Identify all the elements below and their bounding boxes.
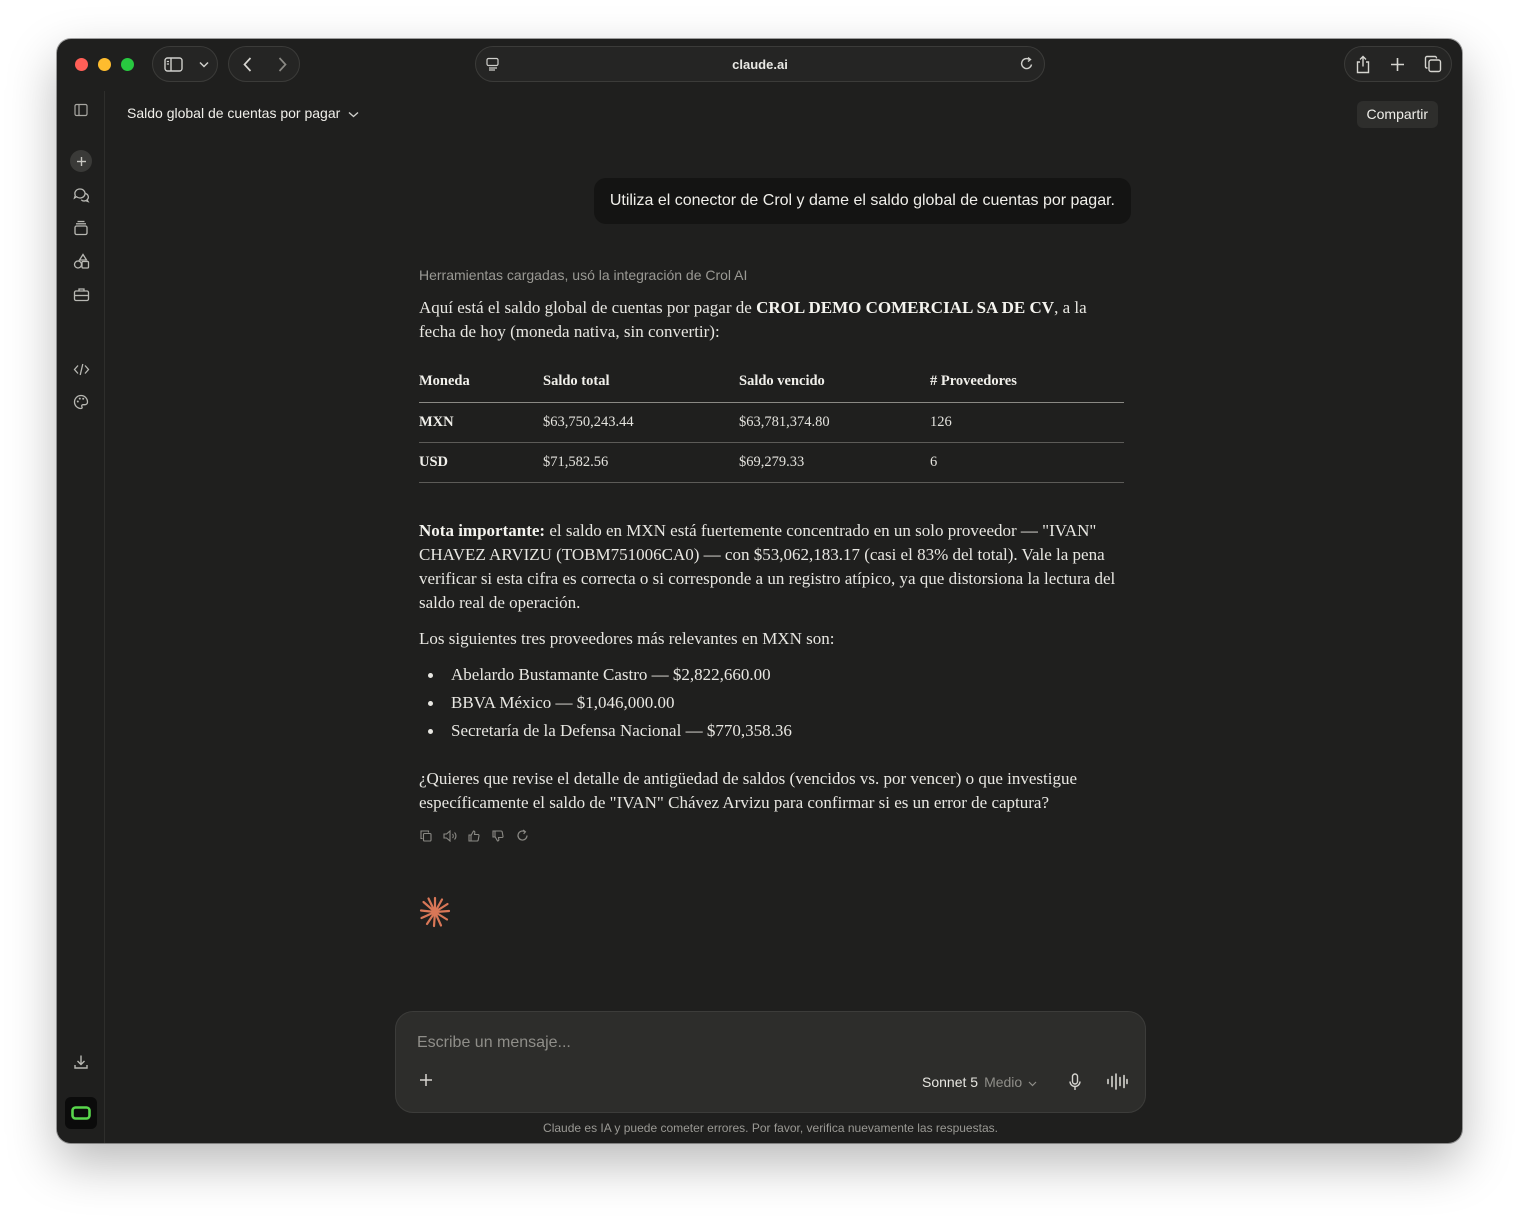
- sidebar: [57, 91, 105, 1143]
- toolbox-icon[interactable]: [71, 284, 91, 304]
- code-icon[interactable]: [71, 359, 91, 379]
- providers-intro: Los siguientes tres proveedores más rele…: [419, 628, 835, 648]
- new-chat-icon[interactable]: [70, 150, 92, 172]
- artifacts-icon[interactable]: [71, 251, 91, 271]
- table-cell: USD: [419, 442, 543, 483]
- thumbs-down-icon[interactable]: [491, 829, 505, 843]
- note-label: Nota importante:: [419, 520, 546, 540]
- zoom-window-button[interactable]: [121, 58, 134, 71]
- message-input[interactable]: Escribe un mensaje...: [417, 1034, 571, 1052]
- forward-arrow-icon[interactable]: [265, 47, 299, 81]
- model-name: Sonnet 5: [922, 1074, 979, 1090]
- table-cell: $63,781,374.80: [739, 402, 930, 443]
- address-bar[interactable]: claude.ai: [475, 46, 1045, 82]
- sidebar-toggle-icon[interactable]: [153, 47, 193, 81]
- intro-text: Aquí está el saldo global de cuentas por…: [419, 298, 757, 317]
- table-cell: $71,582.56: [543, 442, 739, 483]
- providers-list: Abelardo Bustamante Castro — $2,822,660.…: [419, 663, 1124, 747]
- chevron-down-icon[interactable]: [193, 47, 215, 81]
- download-icon[interactable]: [71, 1052, 91, 1072]
- microphone-icon[interactable]: [1068, 1073, 1082, 1096]
- browser-window: claude.ai Saldo global de cuentas por pa…: [57, 39, 1462, 1143]
- model-mode: Medio: [984, 1074, 1023, 1090]
- close-window-button[interactable]: [75, 58, 88, 71]
- column-header: # Proveedores: [930, 362, 1124, 403]
- company-name: CROL DEMO COMERCIAL SA DE CV: [756, 298, 1055, 317]
- answer-intro: Aquí está el saldo global de cuentas por…: [419, 296, 1124, 344]
- url-text: claude.ai: [732, 57, 788, 72]
- thumbs-up-icon[interactable]: [467, 829, 481, 843]
- chevron-down-icon: [348, 105, 359, 121]
- table-cell: MXN: [419, 402, 543, 443]
- user-message: Utiliza el conector de Crol y dame el sa…: [593, 178, 1131, 224]
- table-cell: 126: [930, 402, 1124, 443]
- palette-icon[interactable]: [71, 392, 91, 412]
- chats-icon[interactable]: [71, 185, 91, 205]
- table-cell: 6: [930, 442, 1124, 483]
- conversation-title[interactable]: Saldo global de cuentas por pagar: [127, 105, 359, 121]
- tab-overview-icon[interactable]: [1416, 47, 1451, 81]
- copy-icon[interactable]: [419, 829, 433, 843]
- speaker-icon[interactable]: [443, 829, 457, 843]
- share-icon[interactable]: [1345, 47, 1380, 81]
- column-header: Moneda: [419, 362, 543, 403]
- table-row: MXN $63,750,243.44 $63,781,374.80 126: [419, 402, 1124, 443]
- new-tab-icon[interactable]: [1380, 47, 1415, 81]
- model-selector[interactable]: Sonnet 5 Medio: [922, 1074, 1037, 1090]
- balance-table: Moneda Saldo total Saldo vencido # Prove…: [419, 362, 1124, 483]
- sidebar-collapse-icon[interactable]: [71, 100, 91, 120]
- title-bar: claude.ai: [57, 39, 1462, 91]
- minimize-window-button[interactable]: [98, 58, 111, 71]
- table-cell: $69,279.33: [739, 442, 930, 483]
- reload-icon[interactable]: [1020, 56, 1034, 76]
- message-composer[interactable]: Escribe un mensaje... Sonnet 5 Medio: [395, 1011, 1146, 1113]
- disclaimer: Claude es IA y puede cometer errores. Po…: [543, 1121, 998, 1135]
- assistant-message: Herramientas cargadas, usó la integració…: [419, 267, 1124, 843]
- back-arrow-icon[interactable]: [229, 47, 265, 81]
- projects-icon[interactable]: [71, 218, 91, 238]
- list-item: Abelardo Bustamante Castro — $2,822,660.…: [419, 663, 1124, 691]
- important-note: Nota importante: el saldo en MXN está fu…: [419, 519, 1124, 615]
- table-cell: $63,750,243.44: [543, 402, 739, 443]
- share-button[interactable]: Compartir: [1356, 101, 1438, 128]
- claude-spark-icon: [419, 896, 451, 933]
- list-item: BBVA México — $1,046,000.00: [419, 691, 1124, 719]
- sidebar-toggle-group: [152, 46, 218, 82]
- chevron-down-icon: [1028, 1074, 1037, 1090]
- message-actions: [419, 829, 1124, 843]
- column-header: Saldo total: [543, 362, 739, 403]
- voice-mode-icon[interactable]: [1106, 1073, 1128, 1095]
- retry-icon[interactable]: [515, 829, 529, 843]
- table-row: USD $71,582.56 $69,279.33 6: [419, 442, 1124, 483]
- tools-status[interactable]: Herramientas cargadas, usó la integració…: [419, 267, 1124, 287]
- follow-up-question: ¿Quieres que revise el detalle de antigü…: [419, 768, 1078, 812]
- list-item: Secretaría de la Defensa Nacional — $770…: [419, 719, 1124, 747]
- table-header-row: Moneda Saldo total Saldo vencido # Prove…: [419, 362, 1124, 403]
- navigation-group: [228, 46, 300, 82]
- add-attachment-icon[interactable]: [419, 1073, 433, 1092]
- browser-actions-group: [1344, 46, 1452, 82]
- column-header: Saldo vencido: [739, 362, 930, 403]
- app-logo-icon[interactable]: [65, 1097, 97, 1129]
- conversation-title-text: Saldo global de cuentas por pagar: [127, 105, 341, 121]
